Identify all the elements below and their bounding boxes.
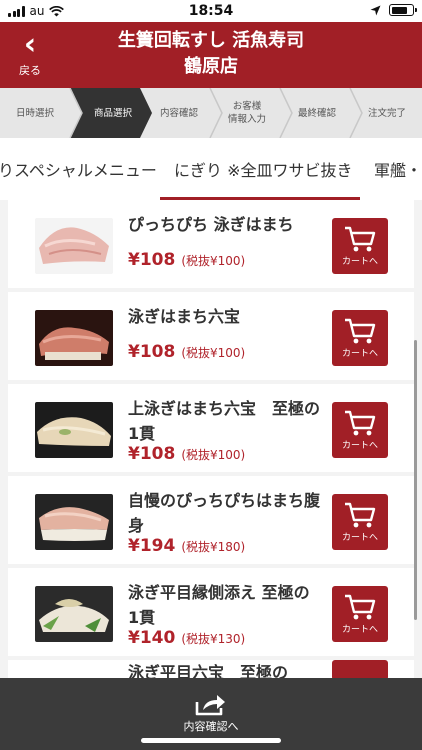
tab-gunkan[interactable]: 軍艦・ [374,138,422,200]
price-value: ¥140 [128,628,176,648]
product-image [35,310,113,366]
app-header: ‹ 戻る 生簀回転すし 活魚寿司 鶴原店 [0,22,422,88]
product-image [35,218,113,274]
cart-icon [345,410,376,436]
battery-icon [389,4,417,16]
list-item: 自慢のぴっちぴちはまち腹身 ¥194 (税抜¥180) カートへ [8,476,414,564]
home-indicator [141,738,281,743]
sushi-thumbnail [35,494,113,550]
product-name: 上泳ぎはまち六宝 至極の1貫 [128,399,321,443]
product-name: 泳ぎ平目縁側添え 至極の1貫 [128,583,310,627]
cart-label: カートへ [341,533,378,543]
cart-icon [345,318,376,344]
step-date: 日時選択 [0,88,70,138]
step-review-label: 内容確認 [159,107,198,119]
price-tax: (税抜¥100) [181,346,246,360]
product-list: ぴっちぴち 泳ぎはまち ¥108 (税抜¥100) カートへ 泳ぎはまち六宝 ¥1… [0,200,422,678]
product-name: 泳ぎはまち六宝 [128,307,241,326]
title-line-1: 生簀回転すし 活魚寿司 [117,30,305,51]
status-bar: au 18:54 [0,0,422,22]
page-title: 生簀回転すし 活魚寿司 鶴原店 [60,28,362,80]
add-to-cart-button[interactable]: カートへ [332,402,388,458]
sushi-thumbnail [35,310,113,366]
list-item: 泳ぎ平目六宝 至極の [8,660,414,678]
price-value: ¥108 [128,444,176,464]
add-to-cart-button[interactable]: カートへ [332,494,388,550]
review-order-label: 内容確認へ [183,720,239,733]
add-to-cart-button[interactable]: カートへ [332,310,388,366]
step-date-label: 日時選択 [15,107,54,119]
cart-label: カートへ [341,625,378,635]
list-item: ぴっちぴち 泳ぎはまち ¥108 (税抜¥100) カートへ [8,200,414,288]
price-tax: (税抜¥100) [181,448,246,462]
back-button[interactable]: ‹ 戻る [10,30,50,78]
product-price: ¥194 (税抜¥180) [128,536,245,556]
share-arrow-icon [195,695,225,716]
product-price: ¥108 (税抜¥100) [128,250,245,270]
list-item: 泳ぎ平目縁側添え 至極の1貫 ¥140 (税抜¥130) カートへ [8,568,414,656]
step-customer-info: お客様 情報入力 [214,88,280,138]
step-complete-label: 注文完了 [367,107,406,119]
sushi-thumbnail [35,586,113,642]
step-customer-info-label: お客様 情報入力 [227,101,266,125]
product-name: 自慢のぴっちぴちはまち腹身 [128,491,321,535]
location-arrow-icon [370,5,381,15]
add-to-cart-button[interactable]: カートへ [332,218,388,274]
price-value: ¥108 [128,250,176,270]
app-screen: au 18:54 ‹ 戻る 生簀回転すし 活魚寿司 鶴原店 日時選択 商品選択 … [0,0,422,750]
tab-special-menu[interactable]: りスペシャルメニュー [0,138,157,200]
sushi-thumbnail [35,218,113,274]
chevron-left-icon: ‹ [23,27,37,62]
price-value: ¥194 [128,536,176,556]
cart-icon [345,502,376,528]
cart-icon [345,594,376,620]
price-value: ¥108 [128,342,176,362]
price-tax: (税抜¥100) [181,254,246,268]
status-time: 18:54 [188,3,234,19]
step-products-label: 商品選択 [93,107,132,119]
order-steps: 日時選択 商品選択 内容確認 お客様 情報入力 最終確認 注文完了 [0,88,422,138]
product-image [35,402,113,458]
product-name: 泳ぎ平目六宝 至極の [128,663,289,678]
title-line-2: 鶴原店 [184,56,238,77]
price-tax: (税抜¥180) [181,540,246,554]
product-price: ¥108 (税抜¥100) [128,444,245,464]
step-complete: 注文完了 [354,88,420,138]
product-price: ¥108 (税抜¥100) [128,342,245,362]
step-products: 商品選択 [78,88,148,138]
cart-label: カートへ [341,257,378,267]
step-review: 内容確認 [146,88,212,138]
add-to-cart-button[interactable]: カートへ [332,586,388,642]
category-tabs: りスペシャルメニュー にぎり ※全皿ワサビ抜き 軍艦・ [0,138,422,200]
product-image [35,494,113,550]
product-name: ぴっちぴち 泳ぎはまち [128,215,294,234]
price-tax: (税抜¥130) [181,632,246,646]
step-final-check-label: 最終確認 [297,107,336,119]
cart-label: カートへ [341,349,378,359]
tab-nigiri[interactable]: にぎり ※全皿ワサビ抜き [174,138,353,200]
status-right [370,4,417,16]
cart-icon [345,226,376,252]
product-price: ¥140 (税抜¥130) [128,628,245,648]
step-final-check: 最終確認 [284,88,350,138]
add-to-cart-button[interactable] [332,660,388,678]
list-item: 上泳ぎはまち六宝 至極の1貫 ¥108 (税抜¥100) カートへ [8,384,414,472]
back-label: 戻る [19,64,41,77]
sushi-thumbnail [35,402,113,458]
product-image [35,586,113,642]
list-item: 泳ぎはまち六宝 ¥108 (税抜¥100) カートへ [8,292,414,380]
scrollbar[interactable] [414,340,417,620]
cart-label: カートへ [341,441,378,451]
